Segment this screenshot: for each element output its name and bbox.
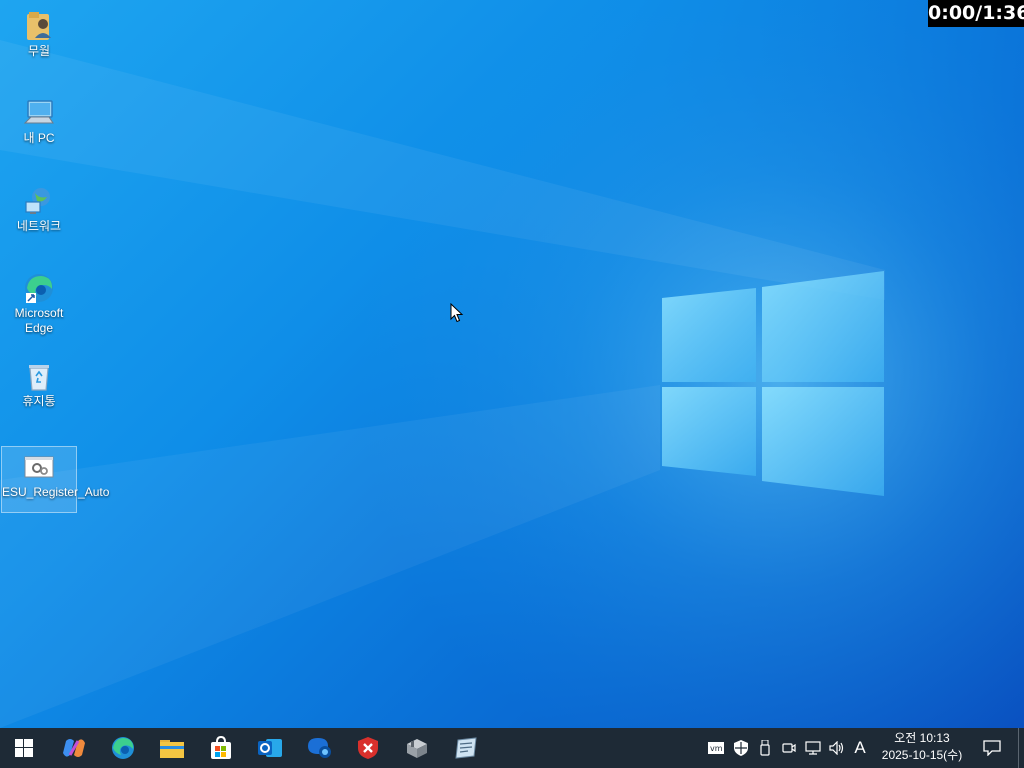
file-explorer-icon xyxy=(160,740,184,758)
desktop-icon-network[interactable]: 네트워크 xyxy=(1,185,77,234)
mouse-cursor-icon xyxy=(450,303,464,323)
taskbar-copilot[interactable] xyxy=(50,728,98,768)
desktop-icon-user-folder[interactable]: 무월 xyxy=(1,10,77,59)
taskbar-package[interactable] xyxy=(393,728,441,768)
show-desktop-button[interactable] xyxy=(1018,728,1024,768)
desktop-wallpaper xyxy=(0,0,1024,728)
notification-icon xyxy=(983,740,1001,756)
recycle-bin-icon xyxy=(29,365,49,391)
clock-time: 오전 10:13 xyxy=(894,731,950,745)
script-gear-icon xyxy=(24,456,54,478)
start-icon xyxy=(15,739,33,757)
ime-indicator[interactable]: A xyxy=(850,738,870,758)
volume-tray-icon[interactable] xyxy=(827,738,847,758)
taskbar-security[interactable] xyxy=(344,728,392,768)
taskbar-edge[interactable] xyxy=(99,728,147,768)
action-center-button[interactable] xyxy=(978,728,1006,768)
desktop-icon-label: Microsoft Edge xyxy=(14,306,64,335)
desktop-icon-label: ESU_Register_Auto xyxy=(2,485,110,499)
network-tray-icon[interactable] xyxy=(803,738,823,758)
edge-icon xyxy=(112,737,134,759)
taskbar-store[interactable] xyxy=(197,728,245,768)
taskbar-file-explorer[interactable] xyxy=(148,728,196,768)
taskbar: vm A 오전 10:13 2025-10-15(수) xyxy=(0,728,1024,768)
teams-icon xyxy=(308,738,331,758)
svg-text:vm: vm xyxy=(710,744,723,753)
desktop-icon-this-pc[interactable]: 내 PC xyxy=(1,97,77,146)
desktop-icon-esu-register-auto[interactable]: ESU_Register_Auto xyxy=(1,446,109,513)
start-button[interactable] xyxy=(0,728,48,768)
taskbar-notepad[interactable] xyxy=(442,728,490,768)
store-icon xyxy=(211,736,231,759)
desktop-icon-label: 무월 xyxy=(27,44,51,58)
user-folder-icon xyxy=(27,12,51,40)
video-timer: 0:00/1:36 xyxy=(928,0,1024,27)
taskbar-clock[interactable]: 오전 10:13 2025-10-15(수) xyxy=(872,728,972,768)
desktop-icon-edge[interactable]: Microsoft Edge xyxy=(1,272,77,336)
notepad-icon xyxy=(455,737,477,759)
desktop-icon-label: 네트워크 xyxy=(16,219,62,233)
computer-icon xyxy=(23,100,54,124)
package-icon xyxy=(407,739,427,758)
desktop-icon-recycle-bin[interactable]: 휴지통 xyxy=(1,360,77,409)
windows-security-tray-icon[interactable] xyxy=(731,738,751,758)
vmware-tray-icon[interactable]: vm xyxy=(706,738,726,758)
copilot-icon xyxy=(63,739,85,757)
desktop-icon-label: 휴지통 xyxy=(22,394,56,408)
desktop-icon-label: 내 PC xyxy=(23,131,55,145)
taskbar-teams[interactable] xyxy=(295,728,343,768)
taskbar-outlook[interactable] xyxy=(246,728,294,768)
usb-tray-icon[interactable] xyxy=(755,738,775,758)
security-icon xyxy=(358,737,378,759)
camera-tray-icon[interactable] xyxy=(779,738,799,758)
clock-date: 2025-10-15(수) xyxy=(881,748,963,762)
network-icon xyxy=(25,188,50,214)
outlook-icon xyxy=(258,739,282,757)
edge-icon xyxy=(25,274,53,303)
